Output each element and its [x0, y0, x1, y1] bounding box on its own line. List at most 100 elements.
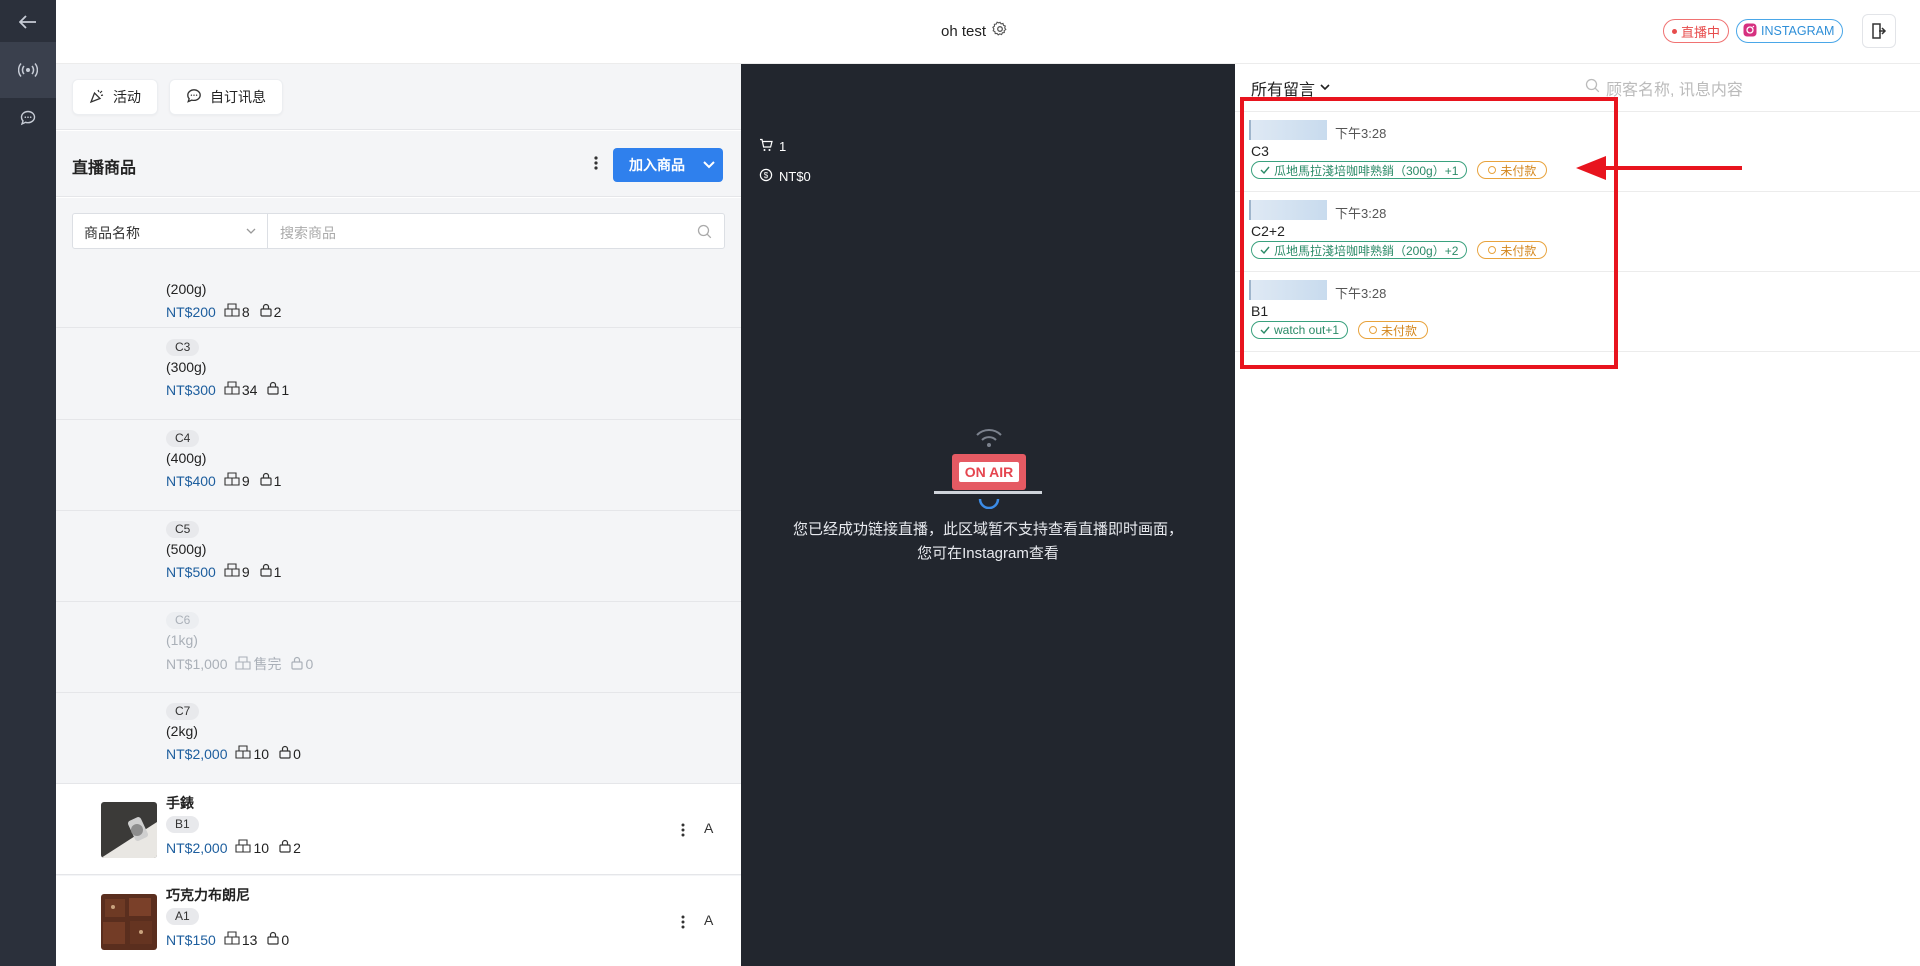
lock-icon — [279, 745, 291, 762]
product-price: NT$1,000 — [166, 656, 228, 672]
product-stats: NT$2,000 10 0 — [166, 745, 301, 762]
product-name: 巧克力布朗尼 — [166, 887, 250, 903]
product-action-a[interactable]: A — [704, 912, 713, 928]
product-search-input[interactable]: 搜索商品 — [267, 213, 725, 249]
stream-info-line1: 您已经成功链接直播，此区域暂不支持查看直播即时画面， — [792, 521, 1183, 538]
product-variant-row[interactable]: C7 (2kg) NT$2,000 10 0 — [56, 693, 741, 784]
product-search-bar: 商品名称 搜索商品 — [56, 198, 741, 264]
boxes-icon — [224, 563, 240, 580]
stock-count: 售完 — [253, 656, 282, 672]
boxes-icon — [224, 381, 240, 398]
lock-icon — [260, 472, 272, 489]
chevron-down-icon — [1319, 79, 1331, 97]
search-field-value: 商品名称 — [84, 225, 140, 241]
lock-icon — [267, 381, 279, 398]
chat-icon[interactable] — [0, 90, 56, 146]
boxes-icon — [235, 745, 252, 762]
product-row[interactable]: 手錶 B1 NT$2,000 10 2 A — [56, 784, 741, 875]
cart-count-value: 1 — [779, 139, 787, 154]
more-options-icon[interactable] — [677, 820, 689, 840]
activity-button[interactable]: 活动 — [72, 79, 158, 115]
chevron-down-icon[interactable] — [695, 148, 723, 182]
sales-amount: $ NT$0 — [759, 168, 811, 185]
locked-count: 1 — [273, 563, 282, 580]
stock-count: 10 — [253, 839, 270, 856]
live-status-label: 直播中 — [1681, 24, 1721, 40]
product-price: NT$300 — [166, 381, 216, 398]
boxes-icon — [224, 931, 240, 948]
variant-name: (500g) — [166, 541, 207, 557]
product-variant-row-sold-out[interactable]: C6 (1kg) NT$1,000 售完 0 — [56, 602, 741, 693]
live-video-area: 1 $ NT$0 ON AIR 您已经成功链接直播，此区域暂不支持查看直播即时画… — [741, 64, 1235, 966]
on-air-stand — [934, 491, 1042, 494]
annotation-arrow-icon — [1576, 156, 1742, 180]
product-variant-row[interactable]: (200g) NT$200 8 2 — [56, 264, 741, 328]
cart-count: 1 — [759, 138, 786, 155]
page-title-group: oh test — [941, 21, 1008, 41]
loading-spinner-icon — [978, 496, 1000, 514]
stock-count: 9 — [241, 563, 250, 580]
variant-name: (1kg) — [166, 632, 198, 648]
wifi-signal-icon — [974, 426, 1004, 453]
annotation-highlight-box — [1240, 97, 1618, 369]
lock-icon — [291, 656, 304, 673]
message-bubble-icon — [186, 88, 202, 107]
product-stats: NT$1,000 售完 0 — [166, 654, 313, 674]
search-field-select[interactable]: 商品名称 — [72, 213, 268, 249]
product-variant-row[interactable]: C3 (300g) NT$300 34 1 — [56, 329, 741, 420]
cart-icon — [759, 138, 773, 155]
product-price: NT$500 — [166, 563, 216, 580]
instagram-badge[interactable]: INSTAGRAM — [1736, 19, 1844, 43]
product-name: 手錶 — [166, 795, 194, 811]
sales-amount-value: NT$0 — [779, 169, 811, 184]
on-air-label: ON AIR — [958, 462, 1020, 482]
product-stats: NT$150 13 0 — [166, 931, 289, 948]
product-list: (200g) NT$200 8 2 C3 (300g) NT$300 34 1 — [56, 264, 741, 966]
comment-search-placeholder: 顾客名称, 讯息内容 — [1606, 82, 1743, 99]
product-row[interactable]: 巧克力布朗尼 A1 NT$150 13 0 A — [56, 876, 741, 966]
stock-count: 13 — [241, 931, 258, 948]
add-product-button[interactable]: 加入商品 — [613, 148, 723, 182]
stock-count: 34 — [241, 381, 258, 398]
svg-text:$: $ — [764, 171, 769, 180]
stock-count: 9 — [241, 472, 250, 489]
stream-info-message: 您已经成功链接直播，此区域暂不支持查看直播即时画面， 您可在Instagram查… — [741, 518, 1235, 566]
exit-live-button[interactable] — [1862, 14, 1896, 48]
custom-message-label: 自订讯息 — [210, 89, 266, 105]
product-variant-row[interactable]: C4 (400g) NT$400 9 1 — [56, 420, 741, 511]
product-price: NT$400 — [166, 472, 216, 489]
lock-icon — [279, 839, 291, 856]
product-code-badge: C3 — [166, 339, 200, 356]
product-variant-row[interactable]: C5 (500g) NT$500 9 1 — [56, 511, 741, 602]
boxes-icon — [235, 655, 252, 673]
locked-count: 0 — [281, 931, 290, 948]
variant-name: (2kg) — [166, 723, 198, 739]
more-options-icon[interactable] — [588, 151, 604, 175]
product-action-a[interactable]: A — [704, 820, 713, 836]
variant-name: (200g) — [166, 281, 207, 297]
locked-count: 1 — [273, 472, 282, 489]
top-header: oh test 直播中 INSTAGRAM — [56, 0, 1920, 64]
product-thumbnail-brownie — [101, 894, 157, 950]
product-stats: NT$2,000 10 2 — [166, 839, 301, 856]
locked-count: 0 — [293, 745, 301, 762]
page-title: oh test — [941, 22, 987, 40]
live-status-badge: 直播中 — [1663, 19, 1730, 43]
locked-count: 2 — [273, 303, 282, 320]
dollar-circle-icon: $ — [759, 168, 773, 185]
product-code-badge: A1 — [166, 908, 199, 925]
lock-icon — [260, 303, 272, 320]
product-thumbnail-watch — [101, 802, 157, 858]
product-price: NT$200 — [166, 303, 216, 320]
product-code-badge: B1 — [166, 816, 199, 833]
custom-message-button[interactable]: 自订讯息 — [169, 79, 283, 115]
activity-label: 活动 — [113, 89, 141, 105]
boxes-icon — [224, 472, 240, 489]
lock-icon — [267, 931, 279, 948]
locked-count: 0 — [305, 656, 314, 672]
search-icon — [1585, 78, 1600, 98]
stock-count: 10 — [253, 745, 270, 762]
more-options-icon[interactable] — [677, 912, 689, 932]
settings-gear-icon[interactable] — [992, 21, 1008, 41]
add-product-label: 加入商品 — [629, 157, 685, 173]
